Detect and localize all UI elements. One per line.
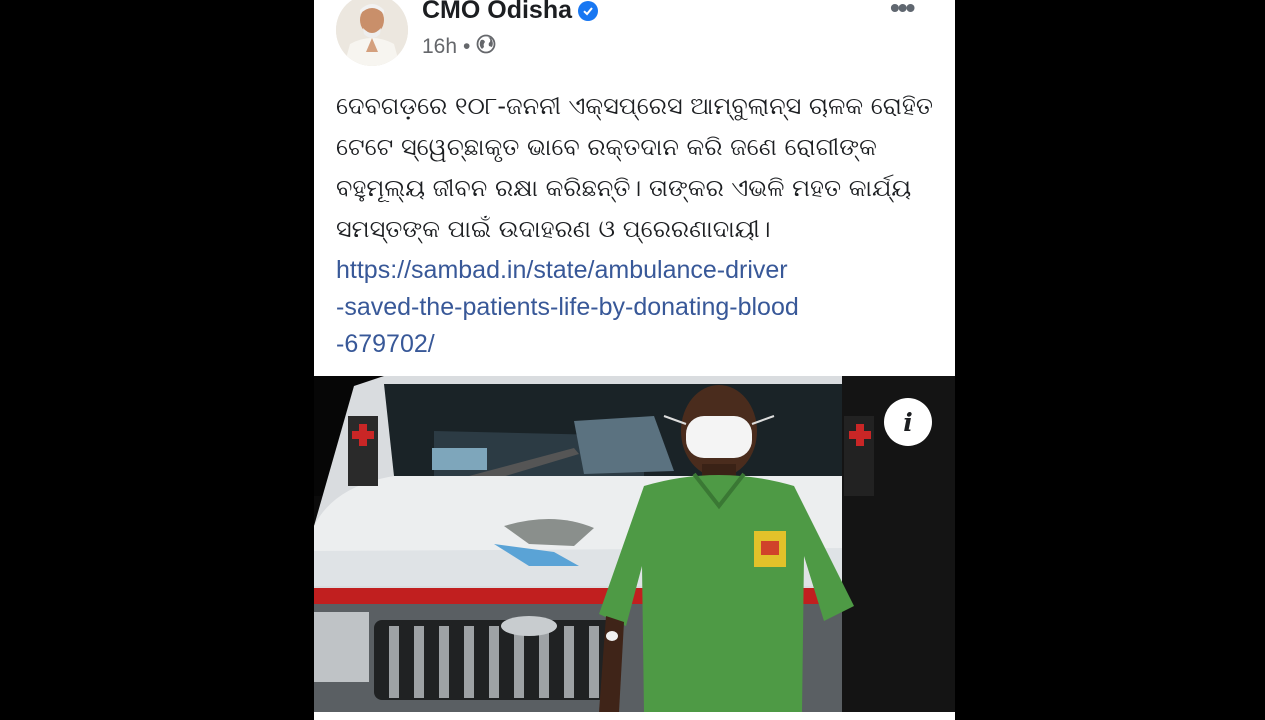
more-horizontal-icon[interactable]: ••• [890,0,915,24]
avatar[interactable] [336,0,408,66]
author-name[interactable]: CMO Odisha [422,0,572,25]
photo-bottom-strip [314,712,955,720]
post-photo[interactable]: i [314,376,955,712]
globe-icon[interactable] [476,34,496,60]
info-icon[interactable]: i [884,398,932,446]
meta-separator: • [463,35,471,58]
page-name[interactable]: CMO Odisha [422,0,599,25]
post-meta: 16h • [422,34,496,60]
post-card: CMO Odisha 16h • ••• ଦେବଗଡ଼ରେ ୧୦୮-ଜନନୀ ଏ… [314,0,955,720]
post-time[interactable]: 16h [422,35,457,59]
post-text: ଦେବଗଡ଼ରେ ୧୦୮-ଜନନୀ ଏକ୍ସପ୍ରେସ ଆମ୍ବୁଲାନ୍ସ ଚ… [336,92,933,243]
verified-badge-icon [578,0,599,21]
ambulance-photo [314,376,955,712]
post-link[interactable]: https://sambad.in/state/ambulance-driver… [336,252,896,363]
post-header: CMO Odisha 16h • ••• [314,0,955,78]
